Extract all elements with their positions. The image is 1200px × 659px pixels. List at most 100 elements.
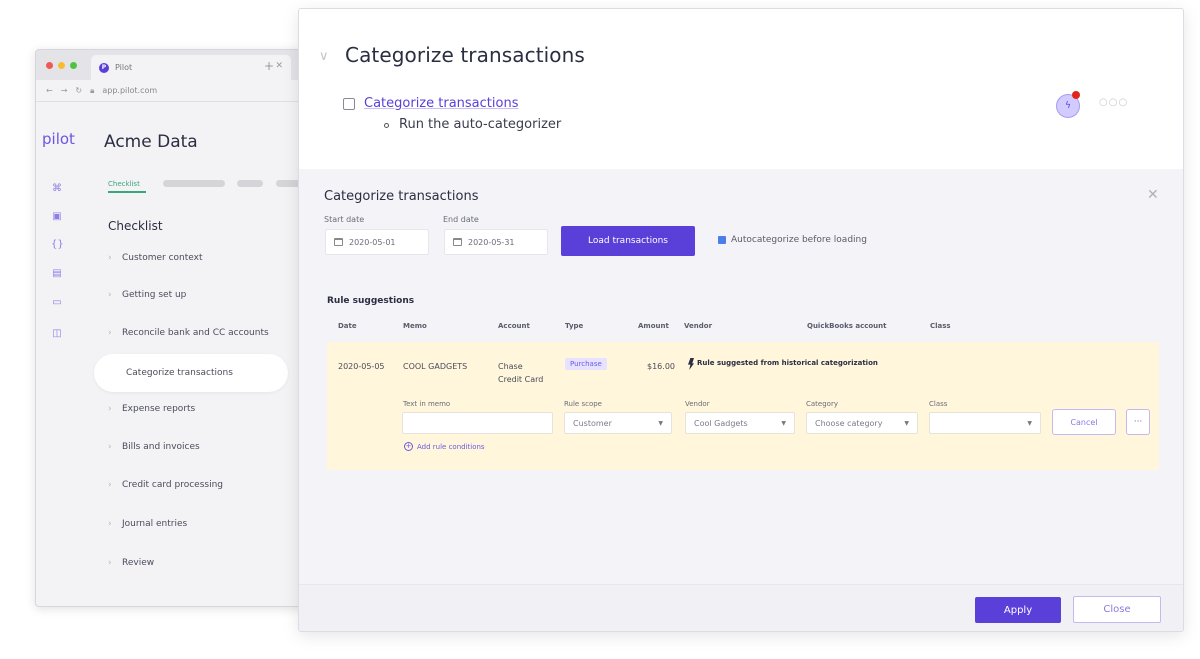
column-header: Type (565, 322, 584, 330)
rule-scope-label: Rule scope (564, 400, 602, 408)
new-tab-icon[interactable]: + (264, 59, 274, 73)
chevron-down-icon: ▼ (781, 420, 786, 427)
forward-arrow-icon[interactable]: → (61, 86, 68, 95)
chevron-right-icon: › (108, 558, 112, 568)
browser-tab[interactable]: P Pilot ✕ (91, 55, 291, 80)
browser-window: P Pilot ✕ + ← → ↻ 🔒︎ app.pilot.com pilot… (35, 49, 335, 607)
checklist-item-label: Bills and invoices (122, 442, 200, 452)
back-arrow-icon[interactable]: ← (46, 86, 53, 95)
checklist-item-label: Categorize transactions (126, 368, 233, 378)
add-rule-conditions-link[interactable]: + Add rule conditions (404, 442, 485, 451)
reload-icon[interactable]: ↻ (75, 86, 82, 95)
task-checkbox[interactable] (343, 98, 355, 110)
plus-circle-icon: + (404, 442, 413, 451)
checklist-item[interactable]: › Expense reports (108, 400, 195, 418)
browser-address-bar: ← → ↻ 🔒︎ app.pilot.com (36, 80, 334, 102)
checklist-item-active[interactable]: Categorize transactions (94, 354, 288, 392)
report-icon[interactable]: ◫ (51, 328, 63, 339)
task-subitem: Run the auto-categorizer (399, 117, 562, 132)
memo-text-label: Text in memo (403, 400, 451, 408)
memo-text-input[interactable] (402, 412, 553, 434)
task-dialog: ∨ Categorize transactions Categorize tra… (298, 8, 1184, 632)
page-title: Categorize transactions (345, 43, 585, 67)
notification-dot (1072, 91, 1080, 99)
checklist-item[interactable]: › Getting set up (108, 286, 186, 304)
rule-suggestions-heading: Rule suggestions (327, 296, 415, 306)
bank-icon[interactable]: ▤ (51, 268, 63, 279)
lock-icon: 🔒︎ (90, 85, 95, 95)
checklist-item[interactable]: › Reconcile bank and CC accounts (108, 324, 269, 342)
chevron-down-icon: ▼ (1027, 420, 1032, 427)
class-select[interactable]: ▼ (929, 412, 1041, 434)
checklist-item[interactable]: › Review (108, 554, 154, 572)
cancel-button[interactable]: Cancel (1052, 409, 1116, 435)
tab-placeholder[interactable] (237, 180, 263, 187)
end-date-input[interactable]: 2020-05-31 (444, 229, 548, 255)
window-close-dot[interactable] (46, 62, 53, 69)
bolt-icon: ϟ (1065, 101, 1071, 111)
close-button[interactable]: Close (1073, 596, 1161, 623)
tab-close-icon[interactable]: ✕ (275, 61, 283, 71)
chevron-right-icon: › (108, 290, 112, 300)
category-select[interactable]: Choose category ▼ (806, 412, 918, 434)
checklist-item-label: Journal entries (122, 519, 188, 529)
dialog-footer: Apply Close (299, 584, 1183, 631)
chevron-right-icon: › (108, 328, 112, 338)
start-date-input[interactable]: 2020-05-01 (325, 229, 429, 255)
lightning-icon (688, 358, 694, 370)
address-url[interactable]: app.pilot.com (102, 86, 157, 95)
browser-tab-bar: P Pilot ✕ + (36, 50, 334, 80)
end-date-value: 2020-05-31 (468, 237, 515, 247)
rule-scope-select[interactable]: Customer ▼ (564, 412, 672, 434)
end-date-label: End date (443, 215, 479, 224)
vendor-select[interactable]: Cool Gadgets ▼ (685, 412, 795, 434)
checklist-item-label: Expense reports (122, 404, 196, 414)
task-header: ∨ Categorize transactions Categorize tra… (299, 9, 1183, 169)
vendor-value: Cool Gadgets (694, 418, 748, 428)
chevron-right-icon: › (108, 253, 112, 263)
chevron-down-icon[interactable]: ∨ (319, 49, 329, 64)
row-account-line1: Chase (498, 362, 523, 371)
window-minimize-dot[interactable] (58, 62, 65, 69)
apply-button[interactable]: Apply (975, 597, 1061, 623)
calendar-icon (334, 238, 343, 246)
column-header: Amount (638, 322, 669, 330)
column-header: Vendor (684, 322, 713, 330)
tab-checklist[interactable]: Checklist (108, 180, 140, 188)
panel-title: Categorize transactions (324, 189, 479, 204)
window-zoom-dot[interactable] (70, 62, 77, 69)
autocategorize-checkbox[interactable] (718, 236, 726, 244)
row-amount: $16.00 (647, 362, 675, 371)
checklist-item-label: Getting set up (122, 290, 187, 300)
chevron-down-icon: ▼ (658, 420, 663, 427)
card-icon[interactable]: ▭ (51, 297, 63, 308)
briefcase-icon[interactable]: ▣ (51, 211, 63, 222)
checklist-item[interactable]: › Journal entries (108, 515, 187, 533)
chevron-right-icon: › (108, 519, 112, 529)
category-placeholder: Choose category (815, 418, 883, 428)
tab-placeholder[interactable] (163, 180, 225, 187)
checklist-item-label: Credit card processing (122, 480, 224, 490)
org-title: Acme Data (104, 132, 198, 152)
class-label: Class (929, 400, 948, 408)
more-options-icon[interactable]: ○○○ (1099, 97, 1128, 108)
column-header: Account (498, 322, 530, 330)
column-header: Memo (403, 322, 427, 330)
start-date-value: 2020-05-01 (349, 237, 396, 247)
command-icon[interactable]: ⌘ (51, 183, 63, 194)
categorize-panel: Categorize transactions ✕ Start date 202… (299, 169, 1183, 584)
close-icon[interactable]: ✕ (1147, 187, 1159, 203)
add-rule-conditions-label: Add rule conditions (417, 442, 485, 451)
table-row[interactable]: 2020-05-05 COOL GADGETS Chase Credit Car… (327, 342, 1159, 470)
task-link[interactable]: Categorize transactions (364, 96, 518, 111)
browser-tab-title: Pilot (115, 63, 133, 72)
start-date-label: Start date (324, 215, 365, 224)
row-date: 2020-05-05 (338, 362, 385, 371)
load-transactions-button[interactable]: Load transactions (561, 226, 695, 256)
checklist-item[interactable]: › Credit card processing (108, 476, 223, 494)
more-actions-button[interactable]: ··· (1126, 409, 1150, 435)
code-braces-icon[interactable]: {} (51, 239, 64, 250)
checklist-item[interactable]: › Customer context (108, 249, 203, 267)
type-badge: Purchase (565, 358, 607, 370)
checklist-item[interactable]: › Bills and invoices (108, 438, 200, 456)
